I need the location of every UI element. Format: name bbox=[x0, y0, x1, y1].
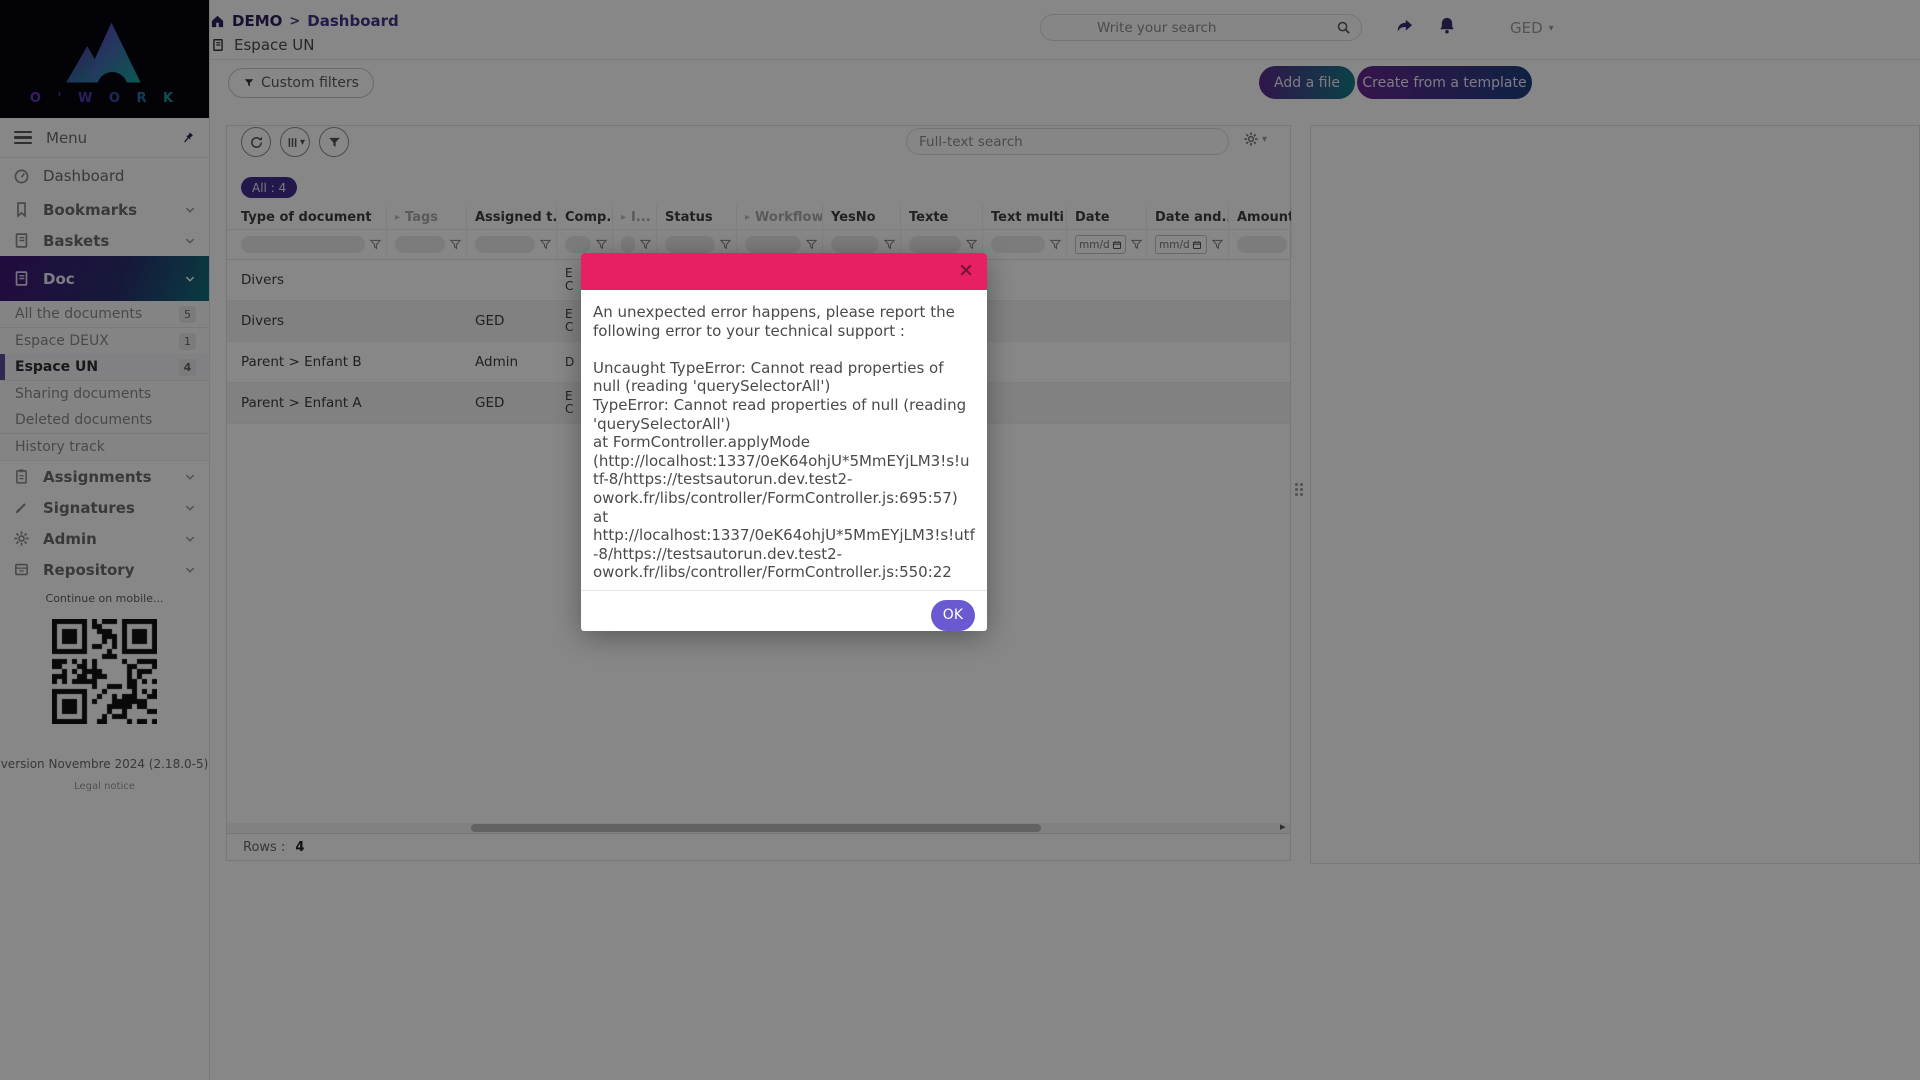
error-modal-header: × bbox=[581, 253, 987, 290]
error-modal: × An unexpected error happens, please re… bbox=[581, 253, 987, 631]
close-icon[interactable]: × bbox=[958, 258, 974, 283]
error-message: An unexpected error happens, please repo… bbox=[581, 290, 987, 582]
error-modal-footer: OK bbox=[581, 590, 987, 641]
ok-button[interactable]: OK bbox=[931, 600, 975, 631]
